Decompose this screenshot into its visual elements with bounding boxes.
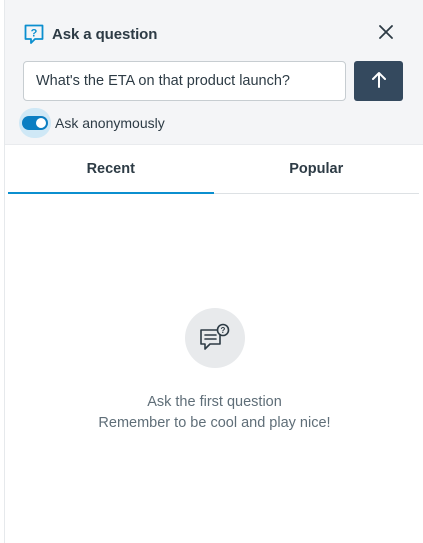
qa-panel: ? Ask a question What's the ETA on that … xyxy=(4,0,423,543)
close-icon xyxy=(379,24,393,44)
anonymous-toggle-label[interactable]: Ask anonymously xyxy=(55,115,165,131)
tab-popular[interactable]: Popular xyxy=(214,145,420,193)
empty-state-heading: Ask the first question xyxy=(147,394,282,410)
svg-text:?: ? xyxy=(220,326,225,335)
question-input[interactable] xyxy=(23,61,346,101)
anonymous-toggle[interactable] xyxy=(19,108,51,138)
tab-recent[interactable]: Recent xyxy=(8,145,214,194)
empty-state: ? Ask the first question Remember to be … xyxy=(5,308,423,434)
chat-question-icon: ? xyxy=(184,308,245,368)
close-button[interactable] xyxy=(375,23,397,45)
toggle-knob xyxy=(36,118,46,128)
arrow-up-icon xyxy=(371,71,387,92)
toggle-track xyxy=(22,116,48,130)
anonymous-toggle-row: Ask anonymously xyxy=(19,108,165,138)
qa-header: ? Ask a question What's the ETA on that … xyxy=(5,0,423,145)
question-bubble-icon: ? xyxy=(23,23,45,45)
submit-question-button[interactable] xyxy=(354,61,403,101)
panel-title: Ask a question xyxy=(52,25,158,43)
title-row: ? Ask a question xyxy=(23,22,157,46)
tab-bar: Recent Popular xyxy=(8,145,419,194)
empty-state-subtext: Remember to be cool and play nice! xyxy=(98,415,331,431)
svg-text:?: ? xyxy=(31,28,38,40)
